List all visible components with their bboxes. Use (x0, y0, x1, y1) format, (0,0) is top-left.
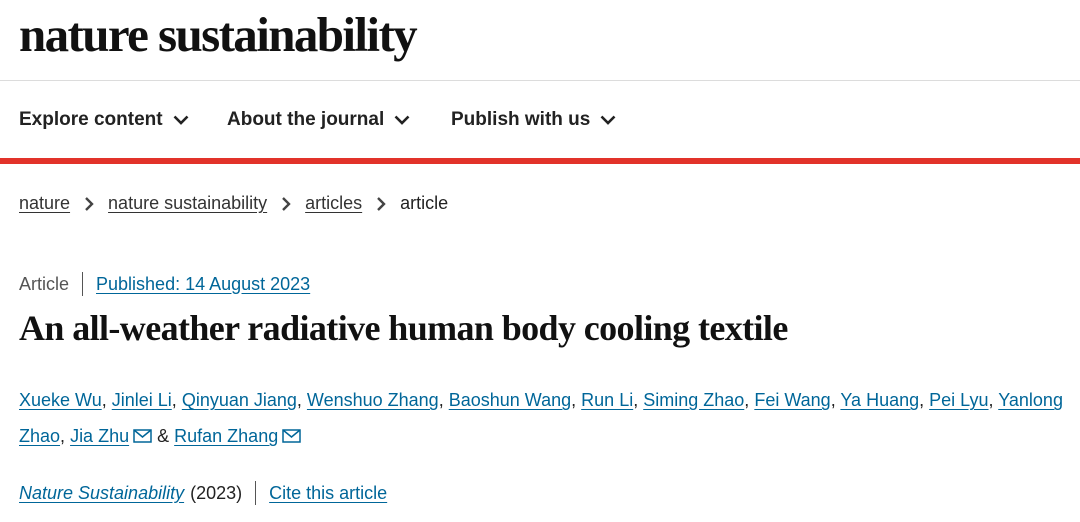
envelope-icon[interactable] (133, 429, 152, 443)
author-link[interactable]: Jia Zhu (70, 426, 129, 446)
author-link[interactable]: Qinyuan Jiang (182, 390, 297, 410)
main-nav: Explore content About the journal Publis… (0, 81, 1080, 158)
author-link[interactable]: Run Li (581, 390, 633, 410)
chevron-right-icon (376, 196, 386, 212)
envelope-icon[interactable] (282, 429, 301, 443)
author-link[interactable]: Ya Huang (840, 390, 919, 410)
nav-explore-content[interactable]: Explore content (19, 81, 189, 158)
journal-logo[interactable]: nature sustainability (19, 6, 418, 63)
author-separator: , (101, 390, 107, 410)
author-link[interactable]: Rufan Zhang (174, 426, 278, 446)
author-separator: , (60, 426, 66, 446)
author-link[interactable]: Pei Lyu (929, 390, 988, 410)
article-title: An all-weather radiative human body cool… (19, 308, 788, 348)
author-link[interactable]: Baoshun Wang (449, 390, 571, 410)
chevron-down-icon (173, 115, 188, 125)
nav-about-journal[interactable]: About the journal (227, 81, 410, 158)
author-link[interactable]: Wenshuo Zhang (307, 390, 439, 410)
chevron-down-icon (394, 115, 410, 125)
author-link[interactable]: Siming Zhao (643, 390, 744, 410)
article-meta: Article Published: 14 August 2023 (19, 272, 310, 296)
chevron-down-icon (600, 115, 616, 125)
author-link[interactable]: Xueke Wu (19, 390, 102, 410)
author-separator: , (633, 390, 639, 410)
journal-link[interactable]: Nature Sustainability (19, 483, 184, 504)
author-separator: , (919, 390, 925, 410)
author-separator: , (438, 390, 444, 410)
publication-year: (2023) (190, 482, 243, 503)
nav-item-label: Explore content (19, 108, 163, 130)
divider (82, 272, 84, 296)
chevron-right-icon (281, 196, 291, 212)
author-separator: , (830, 390, 836, 410)
published-date-link[interactable]: Published: 14 August 2023 (96, 274, 310, 295)
accent-bar (0, 158, 1080, 164)
masthead: nature sustainability (0, 0, 1080, 81)
author-list: Xueke Wu, Jinlei Li, Qinyuan Jiang, Wens… (19, 382, 1069, 454)
breadcrumb: nature nature sustainability articles ar… (19, 193, 448, 214)
author-separator: , (744, 390, 750, 410)
breadcrumb-current: article (400, 193, 449, 213)
nav-item-label: About the journal (227, 108, 385, 130)
author-separator: , (988, 390, 994, 410)
article-type: Article (19, 273, 70, 294)
author-separator: , (571, 390, 577, 410)
breadcrumb-link-nature[interactable]: nature (19, 193, 70, 214)
citation-line: Nature Sustainability (2023) Cite this a… (19, 481, 387, 505)
cite-this-article-link[interactable]: Cite this article (269, 483, 387, 504)
breadcrumb-link-articles[interactable]: articles (305, 193, 362, 214)
author-separator: , (171, 390, 177, 410)
nav-item-label: Publish with us (451, 108, 591, 130)
divider (255, 481, 257, 505)
and-text: & (157, 426, 170, 446)
chevron-right-icon (84, 196, 94, 212)
nav-publish-with-us[interactable]: Publish with us (451, 81, 616, 158)
author-link[interactable]: Fei Wang (754, 390, 830, 410)
breadcrumb-link-nature-sustainability[interactable]: nature sustainability (108, 193, 267, 214)
author-link[interactable]: Jinlei Li (112, 390, 172, 410)
author-separator: , (296, 390, 302, 410)
